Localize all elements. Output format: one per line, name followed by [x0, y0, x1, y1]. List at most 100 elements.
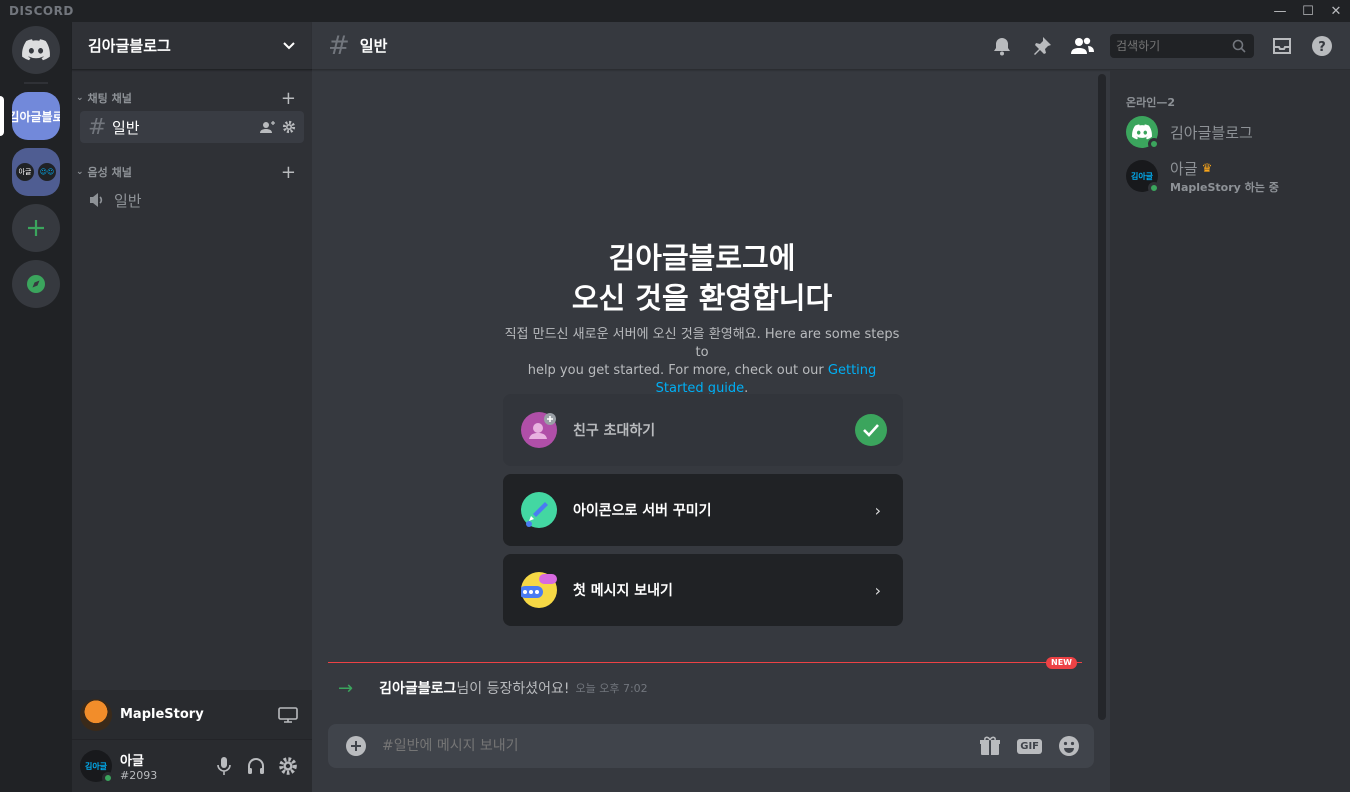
welcome-subtitle: 직접 만드신 새로운 서버에 오신 것을 환영해요. Here are some… — [502, 326, 902, 398]
emoji-icon[interactable] — [1058, 735, 1080, 757]
screen-share-icon[interactable] — [278, 706, 298, 724]
card-label: 아이콘으로 서버 꾸미기 — [573, 503, 712, 519]
chevron-down-icon — [283, 41, 295, 49]
chevron-down-icon: ⌄ — [76, 93, 84, 103]
compass-icon — [27, 275, 45, 293]
category-text-channels[interactable]: ⌄ 채팅 채널 + — [72, 88, 312, 109]
discord-logo-icon — [22, 39, 50, 61]
activity-game-name: MapleStory — [120, 707, 204, 722]
server-icon-label: 아글 — [16, 163, 34, 181]
activity-panel: MapleStory — [72, 690, 312, 740]
member-list-icon[interactable] — [1070, 36, 1094, 56]
app-brand: DISCORD — [9, 4, 74, 18]
username: 아글 — [120, 754, 144, 769]
selected-server-indicator — [0, 96, 4, 136]
channel-item-general[interactable]: # 일반 — [80, 111, 304, 143]
new-messages-divider — [328, 662, 1082, 663]
settings-gear-icon[interactable] — [278, 756, 298, 776]
inbox-icon[interactable] — [1272, 36, 1292, 56]
avatar[interactable]: 김아글 — [80, 750, 114, 784]
server-icon-label: ☺☺ — [38, 163, 56, 181]
add-server-button[interactable] — [12, 204, 60, 252]
toolbar: ? — [990, 22, 1350, 70]
title-bar: DISCORD — ☐ ✕ — [0, 0, 1350, 22]
category-voice-channels[interactable]: ⌄ 음성 채널 + — [72, 162, 312, 183]
search-input[interactable] — [1116, 39, 1226, 53]
new-badge: NEW — [1046, 657, 1077, 669]
checkmark-icon — [855, 414, 887, 446]
search-box[interactable] — [1110, 34, 1254, 58]
member-group-heading: 온라인—2 — [1126, 96, 1176, 109]
pin-icon[interactable] — [1032, 36, 1052, 56]
message-composer: GIF — [328, 724, 1094, 768]
headphones-icon[interactable] — [246, 756, 266, 776]
explore-servers-button[interactable] — [12, 260, 60, 308]
invite-friends-card[interactable]: 친구 초대하기 — [503, 394, 903, 466]
gif-button[interactable]: GIF — [1017, 738, 1042, 754]
gear-icon[interactable] — [282, 120, 296, 134]
customize-server-card[interactable]: 아이콘으로 서버 꾸미기 › — [503, 474, 903, 546]
server-icon-kimagle[interactable]: 김아글블로 — [12, 92, 60, 140]
crown-icon: ♛ — [1201, 161, 1213, 175]
user-tag: #2093 — [120, 769, 158, 782]
paintbrush-icon — [521, 492, 557, 528]
server-header[interactable]: 김아글블로그 — [72, 22, 312, 70]
avatar: 김아글 — [1126, 160, 1160, 194]
join-author[interactable]: 김아글블로그 — [379, 678, 456, 698]
bell-icon[interactable] — [992, 36, 1012, 56]
close-button[interactable]: ✕ — [1322, 0, 1350, 22]
member-item[interactable]: 김아글블로그 — [1126, 116, 1253, 150]
maximize-button[interactable]: ☐ — [1294, 0, 1322, 22]
minimize-button[interactable]: — — [1266, 0, 1294, 22]
hash-icon: # — [88, 114, 107, 140]
member-item[interactable]: 김아글 아글 ♛ MapleStory 하는 중 — [1126, 160, 1279, 194]
welcome-subtitle-line2: help you get started. For more, check ou… — [502, 362, 902, 398]
discord-logo-icon — [1132, 124, 1152, 140]
join-text: 님이 등장하셨어요! — [456, 681, 570, 697]
voice-channel-general[interactable]: 일반 — [80, 184, 304, 216]
card-label: 첫 메시지 보내기 — [573, 583, 673, 599]
search-icon — [1232, 39, 1246, 53]
invite-icon[interactable] — [260, 120, 276, 134]
online-status-icon — [1148, 182, 1160, 194]
avatar-text: 김아글 — [84, 761, 108, 771]
online-status-icon — [1148, 138, 1160, 150]
speaker-icon — [90, 193, 103, 207]
chevron-down-icon: ⌄ — [76, 167, 84, 177]
server-icon-agle[interactable]: 아글 ☺☺ — [12, 148, 60, 196]
hash-icon: # — [328, 30, 350, 61]
welcome-title-line: 오신 것을 환영합니다 — [571, 281, 833, 315]
member-list: 온라인—2 김아글블로그 김아글 아글 ♛ MapleStory 하는 중 — [1110, 70, 1350, 792]
create-channel-icon[interactable]: + — [281, 88, 296, 109]
chevron-right-icon: › — [874, 580, 881, 600]
welcome-subtitle-line: 직접 만드신 새로운 서버에 오신 것을 환영해요. Here are some… — [504, 327, 900, 360]
avatar — [1126, 116, 1160, 150]
home-button[interactable] — [12, 26, 60, 74]
user-panel: 김아글 아글 #2093 — [72, 740, 312, 792]
card-label: 친구 초대하기 — [573, 423, 656, 439]
channel-title: 일반 — [359, 37, 388, 55]
scrollbar[interactable] — [1098, 74, 1106, 720]
welcome-subtitle-text: help you get started. For more, check ou… — [527, 363, 828, 378]
channel-label: 일반 — [114, 191, 142, 210]
message-input[interactable] — [382, 738, 980, 754]
create-channel-icon[interactable]: + — [281, 162, 296, 183]
upload-plus-icon[interactable] — [346, 736, 366, 756]
chat-area: # 일반 김아글블로그에 오신 것을 환영합니다 직접 만드신 새로운 서버에 … — [312, 22, 1110, 792]
welcome-title: 김아글블로그에 오신 것을 환영합니다 — [312, 238, 1092, 318]
avatar-text: 김아글 — [1130, 171, 1154, 181]
microphone-icon[interactable] — [216, 756, 232, 776]
gift-icon[interactable] — [979, 735, 1001, 757]
member-name: 김아글블로그 — [1170, 123, 1253, 142]
welcome-title-line: 김아글블로그에 — [608, 241, 796, 275]
chat-bubble-icon — [519, 572, 557, 608]
channel-label: 일반 — [112, 118, 140, 137]
server-list: 김아글블로 아글 ☺☺ — [0, 22, 72, 792]
help-icon[interactable]: ? — [1312, 36, 1332, 56]
server-name: 김아글블로그 — [88, 37, 171, 55]
server-icon-label: 김아글블로 — [12, 109, 60, 124]
send-first-message-card[interactable]: 첫 메시지 보내기 › — [503, 554, 903, 626]
channel-sidebar: 김아글블로그 ⌄ 채팅 채널 + # 일반 ⌄ 음성 채널 + 일반 Maple… — [72, 22, 312, 792]
invite-friends-icon — [521, 412, 557, 448]
plus-icon — [28, 220, 44, 236]
